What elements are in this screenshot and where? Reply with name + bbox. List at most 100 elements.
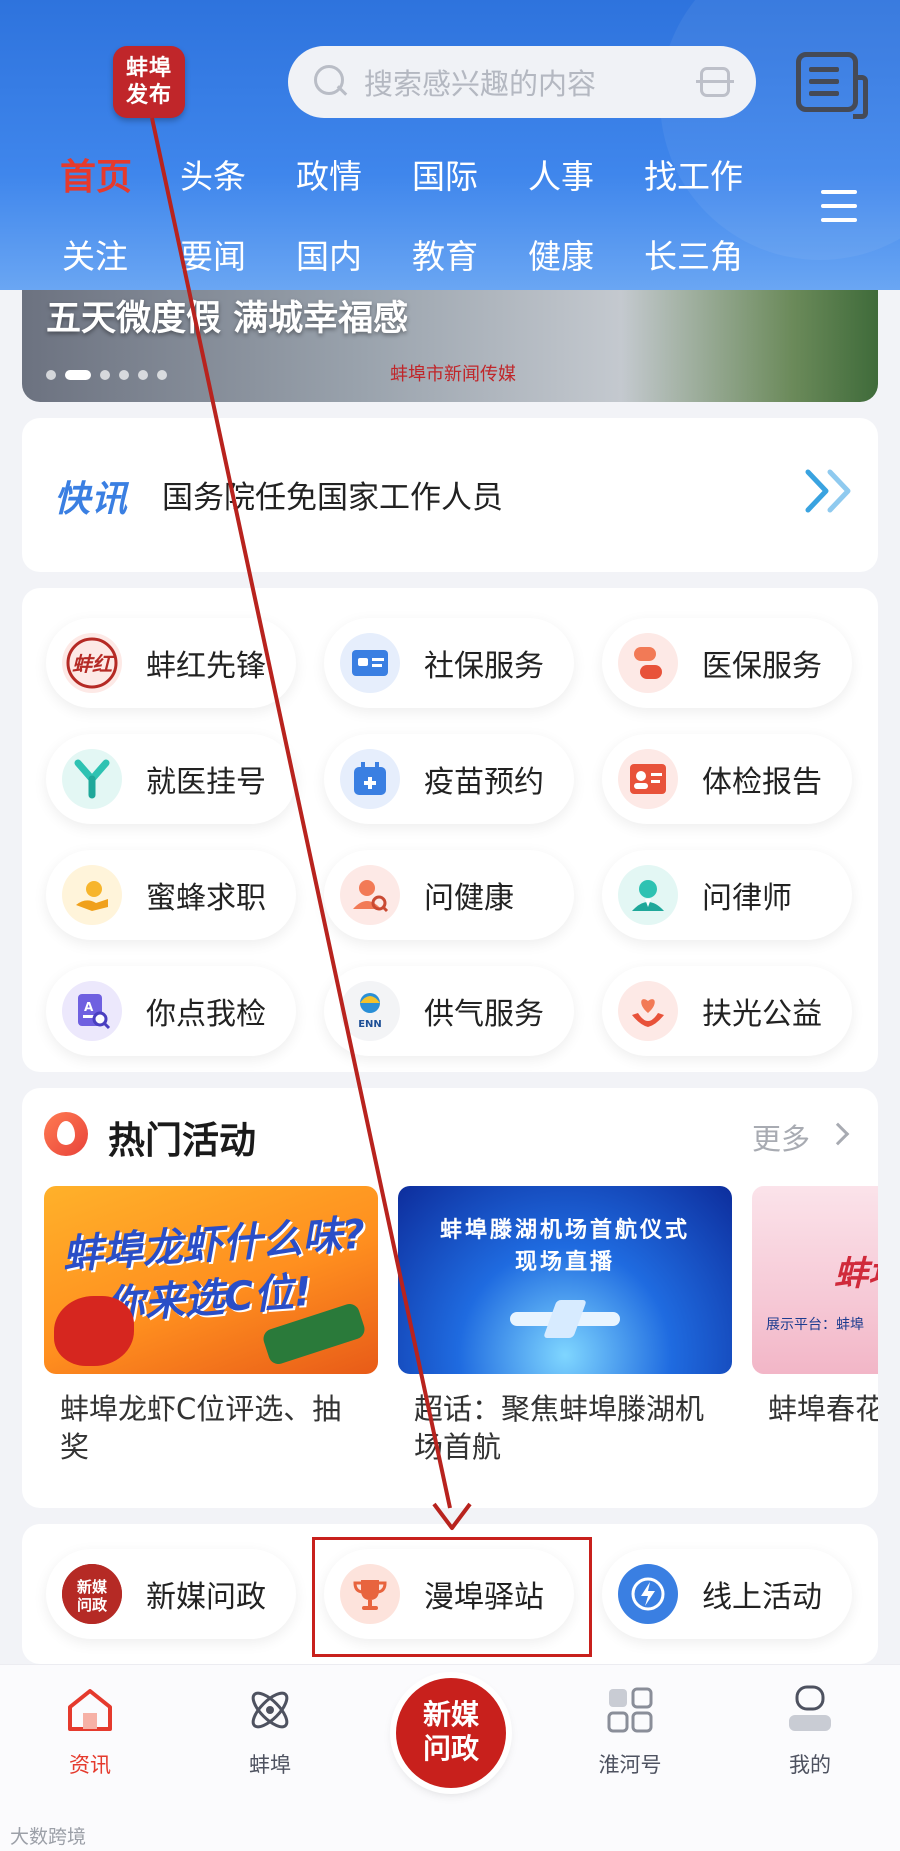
center-button-line2: 问政 [422, 1732, 479, 1765]
service-hospital-registration[interactable]: 就医挂号 [46, 734, 296, 824]
tab-follow[interactable]: 关注 [62, 230, 128, 278]
svg-text:问政: 问政 [77, 1596, 108, 1614]
service-label: 疫苗预约 [424, 765, 544, 800]
profile-icon [789, 1685, 831, 1731]
medical-pill-icon [618, 633, 678, 693]
tab-politics[interactable]: 政情 [296, 150, 362, 198]
tab-news[interactable]: 要闻 [180, 230, 246, 278]
service-label: 社保服务 [424, 649, 544, 684]
service-bohong-pioneer[interactable]: 蚌红 蚌红先锋 [46, 618, 296, 708]
tab-home[interactable]: 首页 [60, 148, 132, 200]
enn-gas-icon: ENN [340, 981, 400, 1041]
activity-card[interactable]: 蚌埠龙虾什么味? 你来选C位! 蚌埠龙虾C位评选、抽奖 [44, 1186, 378, 1466]
activity-image-text: 蚌埠 [834, 1254, 878, 1294]
service-charity[interactable]: 扶光公益 [602, 966, 852, 1056]
chevron-right-icon[interactable] [826, 1122, 850, 1146]
menu-icon[interactable] [821, 190, 857, 224]
activity-image-text: 蚌埠滕湖机场首航仪式 [439, 1218, 690, 1243]
tab-international[interactable]: 国际 [412, 150, 478, 198]
service-label: 你点我检 [146, 997, 266, 1032]
more-link[interactable]: 更多 [752, 1116, 810, 1158]
nav-huaihe[interactable]: 淮河号 [570, 1683, 690, 1779]
activity-caption: 超话：聚焦蚌埠滕湖机场首航 [414, 1392, 705, 1464]
hot-activities-card: 热门活动 更多 蚌埠龙虾什么味? 你来选C位! 蚌埠龙虾C位评选、抽奖 蚌埠滕湖… [22, 1088, 878, 1508]
annotation-highlight-box [312, 1537, 592, 1657]
activity-card[interactable]: 蚌埠 展示平台：蚌埠 蚌埠春花(高校版) [752, 1186, 878, 1428]
nav-news[interactable]: 资讯 [30, 1683, 150, 1779]
atom-icon [251, 1691, 289, 1729]
service-online-activities[interactable]: 线上活动 [602, 1549, 852, 1639]
newspaper-icon[interactable] [796, 52, 868, 119]
carousel-banner[interactable]: 五天微度假 满城幸福感 蚌埠市新闻传媒 [22, 290, 878, 402]
service-label: 蜜蜂求职 [146, 881, 266, 916]
tab-yangtze-delta[interactable]: 长三角 [644, 230, 743, 278]
tab-health[interactable]: 健康 [528, 230, 594, 278]
service-bee-job[interactable]: 蜜蜂求职 [46, 850, 296, 940]
brand-watermark: 大数跨境 [10, 1826, 87, 1848]
search-bar[interactable]: 搜索感兴趣的内容 [288, 46, 756, 118]
grid-apps-icon [607, 1687, 653, 1733]
service-label: 医保服务 [702, 649, 822, 684]
carousel-dot [138, 370, 148, 380]
service-new-media-inquiry[interactable]: 新媒 问政 新媒问政 [46, 1549, 296, 1639]
news-flash-label: 快讯 [54, 479, 129, 520]
lawyer-icon [618, 865, 678, 925]
scan-icon[interactable] [696, 65, 734, 99]
service-vaccine-appointment[interactable]: 疫苗预约 [324, 734, 574, 824]
app-logo[interactable]: 蚌埠 发布 [113, 46, 185, 118]
activity-caption: 蚌埠春花(高校版) [768, 1392, 878, 1426]
hot-activities-title: 热门活动 [108, 1119, 256, 1162]
hospital-y-icon [62, 749, 122, 809]
crayfish-illustration [54, 1296, 134, 1366]
service-ask-health[interactable]: 问健康 [324, 850, 574, 940]
double-chevron-right-icon[interactable] [802, 466, 862, 516]
fire-icon [44, 1112, 88, 1156]
charity-heart-icon [618, 981, 678, 1041]
activity-image-airport: 蚌埠滕湖机场首航仪式 现场直播 [398, 1186, 732, 1374]
social-security-card-icon [340, 633, 400, 693]
service-you-point-i-check[interactable]: A 你点我检 [46, 966, 296, 1056]
nav-label: 淮河号 [598, 1753, 662, 1777]
service-ask-lawyer[interactable]: 问律师 [602, 850, 852, 940]
services-grid: 蚌红 蚌红先锋 社保服务 医保服务 就医挂号 疫苗预约 体检报告 蜜蜂求职 问健… [22, 588, 878, 1072]
nav-label: 蚌埠 [249, 1753, 291, 1777]
service-medical-insurance[interactable]: 医保服务 [602, 618, 852, 708]
service-label: 线上活动 [702, 1580, 822, 1615]
tab-education[interactable]: 教育 [412, 230, 478, 278]
search-placeholder: 搜索感兴趣的内容 [364, 67, 597, 101]
service-social-security[interactable]: 社保服务 [324, 618, 574, 708]
calendar-plus-icon [340, 749, 400, 809]
xinmei-wenzheng-icon: 新媒 问政 [62, 1564, 122, 1624]
carousel-dot [119, 370, 129, 380]
svg-text:ENN: ENN [358, 1019, 382, 1030]
service-gas-supply[interactable]: ENN 供气服务 [324, 966, 574, 1056]
activity-image-spring-flowers: 蚌埠 展示平台：蚌埠 [752, 1186, 878, 1374]
document-search-icon: A [62, 981, 122, 1041]
tab-headlines[interactable]: 头条 [180, 150, 246, 198]
service-checkup-report[interactable]: 体检报告 [602, 734, 852, 824]
airplane-illustration [510, 1312, 620, 1326]
service-label: 蚌红先锋 [146, 649, 266, 684]
new-media-inquiry-center-button[interactable]: 新媒 问政 [396, 1678, 506, 1788]
tab-jobs[interactable]: 找工作 [644, 150, 743, 198]
health-user-icon [340, 865, 400, 925]
service-label: 体检报告 [702, 765, 822, 800]
svg-text:新媒: 新媒 [77, 1578, 108, 1596]
svg-text:A: A [84, 1000, 94, 1014]
logo-line1: 蚌埠 [125, 56, 172, 81]
job-hand-icon [62, 865, 122, 925]
service-label: 就医挂号 [146, 765, 266, 800]
carousel-dot [46, 370, 56, 380]
news-flash-text: 国务院任免国家工作人员 [162, 480, 503, 516]
service-label: 供气服务 [424, 997, 544, 1032]
news-flash-card[interactable]: 快讯 国务院任免国家工作人员 [22, 418, 878, 572]
banner-title: 五天微度假 满城幸福感 [46, 299, 409, 339]
activity-image-text: 展示平台：蚌埠 [766, 1317, 864, 1333]
carousel-dot-active [65, 370, 91, 380]
nav-bengbu[interactable]: 蚌埠 [210, 1683, 330, 1779]
tab-personnel[interactable]: 人事 [528, 150, 594, 198]
search-icon [312, 63, 350, 101]
nav-mine[interactable]: 我的 [750, 1683, 870, 1779]
tab-domestic[interactable]: 国内 [296, 230, 362, 278]
activity-card[interactable]: 蚌埠滕湖机场首航仪式 现场直播 超话：聚焦蚌埠滕湖机场首航 [398, 1186, 732, 1466]
